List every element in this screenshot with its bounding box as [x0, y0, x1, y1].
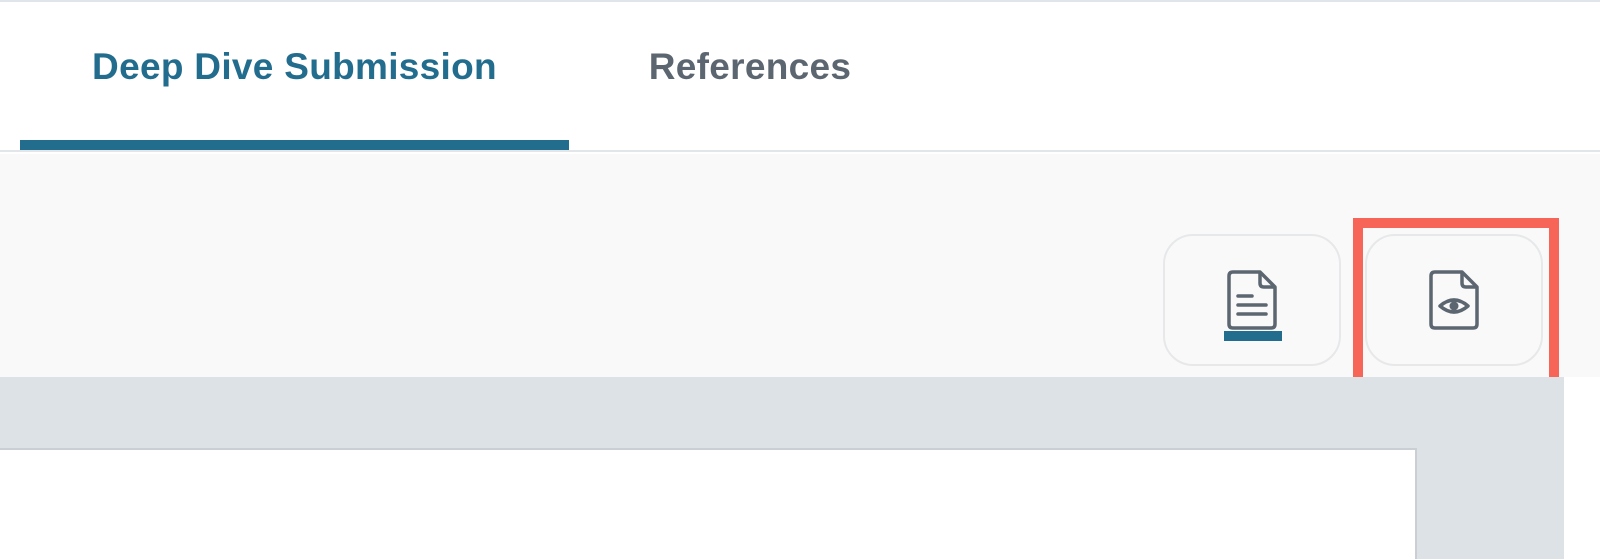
- document-view-button[interactable]: [1163, 234, 1341, 366]
- tab-deep-dive-submission[interactable]: Deep Dive Submission: [20, 2, 569, 150]
- document-page: [0, 448, 1417, 559]
- tab-label: Deep Dive Submission: [92, 46, 497, 87]
- tab-bar: Deep Dive Submission References: [0, 2, 1600, 152]
- tab-references[interactable]: References: [600, 2, 900, 150]
- tab-label: References: [648, 46, 852, 87]
- document-preview-icon: [1429, 270, 1479, 330]
- active-tab-indicator: [20, 140, 569, 150]
- view-toolbar: [0, 154, 1600, 388]
- document-preview-area: [0, 377, 1564, 559]
- active-view-indicator: [1224, 331, 1282, 341]
- document-icon: [1227, 270, 1277, 330]
- preview-view-button[interactable]: [1365, 234, 1543, 366]
